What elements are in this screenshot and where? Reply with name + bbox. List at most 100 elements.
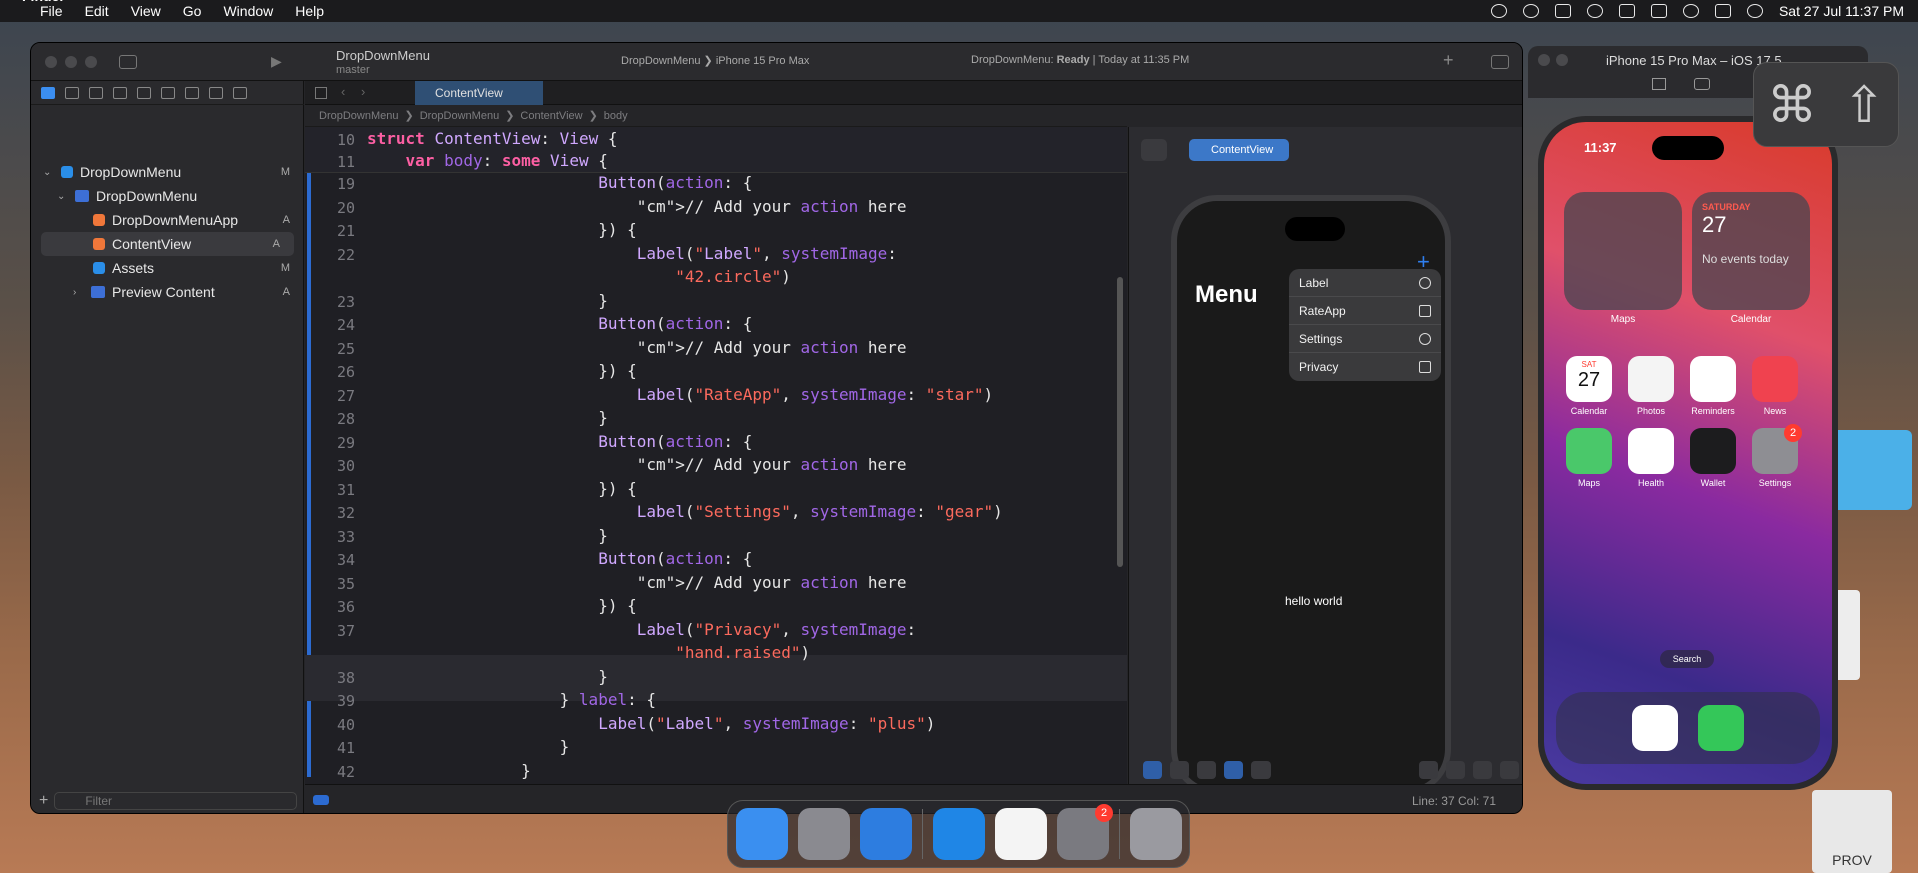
test-icon[interactable] — [161, 86, 175, 99]
code-line[interactable]: "hand.raised") — [367, 643, 810, 662]
code-line[interactable]: } — [367, 526, 608, 545]
code-line[interactable]: "cm">// Add your action here — [367, 455, 907, 474]
jump-file[interactable]: ContentView — [520, 110, 582, 122]
dropdown-item-label[interactable]: Label — [1289, 269, 1441, 297]
code-line[interactable]: Label("RateApp", systemImage: "star") — [367, 385, 993, 404]
sim-close-button[interactable] — [1538, 54, 1550, 66]
code-line[interactable]: } — [367, 667, 608, 686]
code-line[interactable]: "42.circle") — [367, 267, 791, 286]
close-button[interactable] — [45, 56, 57, 68]
dropdown-item-rateapp[interactable]: RateApp — [1289, 297, 1441, 325]
news-app-icon[interactable] — [1752, 356, 1798, 402]
search-icon[interactable] — [1682, 4, 1699, 18]
zoom-button[interactable] — [85, 56, 97, 68]
chevron-down-icon[interactable]: ⌄ — [57, 191, 67, 202]
editor-scrollbar[interactable] — [1117, 277, 1123, 567]
home-screen[interactable]: 11:37 Maps SATURDAY 27 No events today C… — [1544, 122, 1832, 784]
forward-icon[interactable]: › — [361, 84, 365, 99]
menu-app-name[interactable]: Finder — [22, 0, 68, 34]
search-pill[interactable]: Search — [1660, 650, 1714, 668]
jump-project[interactable]: DropDownMenu — [319, 110, 398, 122]
check-icon[interactable] — [1522, 4, 1539, 18]
code-line[interactable]: "cm">// Add your action here — [367, 573, 907, 592]
maps-app-icon[interactable] — [1566, 428, 1612, 474]
source-control-icon[interactable] — [65, 86, 79, 99]
warning-icon[interactable] — [137, 86, 151, 99]
debug-icon[interactable] — [185, 86, 199, 99]
wifi-icon[interactable] — [1650, 4, 1667, 18]
zoom-fit-icon[interactable] — [1472, 761, 1492, 779]
code-editor[interactable]: 19 Button(action: {20 "cm">// Add your a… — [305, 127, 1127, 784]
nav-item-group[interactable]: ⌄ DropDownMenu — [31, 184, 304, 208]
settings-app-icon[interactable]: 2 — [1752, 424, 1802, 474]
bookmark-icon[interactable] — [89, 86, 103, 99]
calendar-app-icon[interactable]: SAT 27 — [1566, 356, 1612, 402]
device-settings-icon[interactable] — [1224, 761, 1244, 779]
sim-minimize-button[interactable] — [1556, 54, 1568, 66]
reminders-app-icon[interactable] — [1690, 356, 1736, 402]
inspector-toggle-icon[interactable] — [1491, 55, 1509, 69]
finder-icon[interactable] — [736, 808, 788, 860]
code-line[interactable]: Button(action: { — [367, 549, 752, 568]
screen-record-icon[interactable] — [1554, 4, 1571, 18]
photos-app-icon[interactable] — [1628, 356, 1674, 402]
preview-contentview-button[interactable]: ContentView — [1189, 139, 1289, 161]
sidebar-toggle-icon[interactable] — [119, 55, 137, 69]
code-line[interactable]: } — [367, 408, 608, 427]
siri-icon[interactable] — [1746, 4, 1763, 18]
menu-window[interactable]: Window — [223, 3, 273, 19]
menubar-clock[interactable]: Sat 27 Jul 11:37 PM — [1779, 3, 1904, 19]
pin-icon[interactable] — [1141, 139, 1167, 161]
device-icon[interactable] — [1251, 761, 1271, 779]
code-line[interactable]: }) { — [367, 220, 637, 239]
home-icon[interactable] — [1652, 78, 1666, 90]
code-line[interactable]: Label("Label", systemImage: "plus") — [367, 714, 935, 733]
jump-symbol[interactable]: body — [604, 110, 628, 122]
code-line[interactable]: Label("Settings", systemImage: "gear") — [367, 502, 1003, 521]
launchpad-icon[interactable] — [798, 808, 850, 860]
nav-item-contentview[interactable]: ContentView A — [41, 232, 294, 256]
wallet-app-icon[interactable] — [1690, 428, 1736, 474]
dropdown-item-settings[interactable]: Settings — [1289, 325, 1441, 353]
zoom-out-icon[interactable] — [1418, 761, 1438, 779]
code-line[interactable]: } — [367, 737, 570, 756]
nav-item-project[interactable]: ⌄ DropDownMenu M — [31, 160, 304, 184]
moon-icon[interactable] — [1586, 4, 1603, 18]
safari-icon[interactable] — [1632, 705, 1678, 751]
selectable-icon[interactable] — [1170, 761, 1190, 779]
code-line[interactable]: } — [367, 761, 531, 780]
code-line[interactable]: } — [367, 291, 608, 310]
run-icon[interactable]: ▶ — [271, 53, 282, 70]
jump-group[interactable]: DropDownMenu — [420, 110, 499, 122]
sticky-code-line[interactable]: var body: some View { — [367, 151, 608, 170]
code-line[interactable]: Button(action: { — [367, 432, 752, 451]
grid-icon[interactable] — [315, 87, 327, 99]
control-center-icon[interactable] — [1714, 4, 1731, 18]
health-app-icon[interactable] — [1628, 428, 1674, 474]
code-line[interactable]: }) { — [367, 479, 637, 498]
tab-contentview[interactable]: ContentView — [415, 81, 543, 105]
vscode-icon[interactable] — [995, 808, 1047, 860]
app-store-connect-icon[interactable] — [860, 808, 912, 860]
code-line[interactable]: Label("Privacy", systemImage: — [367, 620, 916, 639]
minimize-button[interactable] — [65, 56, 77, 68]
find-icon[interactable] — [113, 86, 127, 99]
variants-icon[interactable] — [1197, 761, 1217, 779]
scheme-selector[interactable]: DropDownMenu ❯ iPhone 15 Pro Max — [621, 54, 809, 67]
accessibility-icon[interactable] — [1490, 4, 1507, 18]
nav-item-assets[interactable]: Assets M — [31, 256, 304, 280]
dropdown-item-privacy[interactable]: Privacy — [1289, 353, 1441, 381]
code-line[interactable]: Button(action: { — [367, 173, 752, 192]
maps-widget[interactable] — [1564, 192, 1682, 310]
breakpoint-icon[interactable] — [209, 86, 223, 99]
code-line[interactable]: Label("Label", systemImage: — [367, 244, 897, 263]
window-icon[interactable] — [1618, 4, 1635, 18]
code-line[interactable]: Button(action: { — [367, 314, 752, 333]
screenshot-icon[interactable] — [1694, 78, 1710, 90]
code-line[interactable]: }) { — [367, 596, 637, 615]
menu-view[interactable]: View — [131, 3, 161, 19]
live-preview-icon[interactable] — [1143, 761, 1163, 779]
desktop-prov-icon[interactable]: PROV — [1812, 790, 1892, 873]
debug-area-toggle-icon[interactable] — [313, 795, 329, 805]
calendar-widget[interactable]: SATURDAY 27 No events today — [1692, 192, 1810, 310]
